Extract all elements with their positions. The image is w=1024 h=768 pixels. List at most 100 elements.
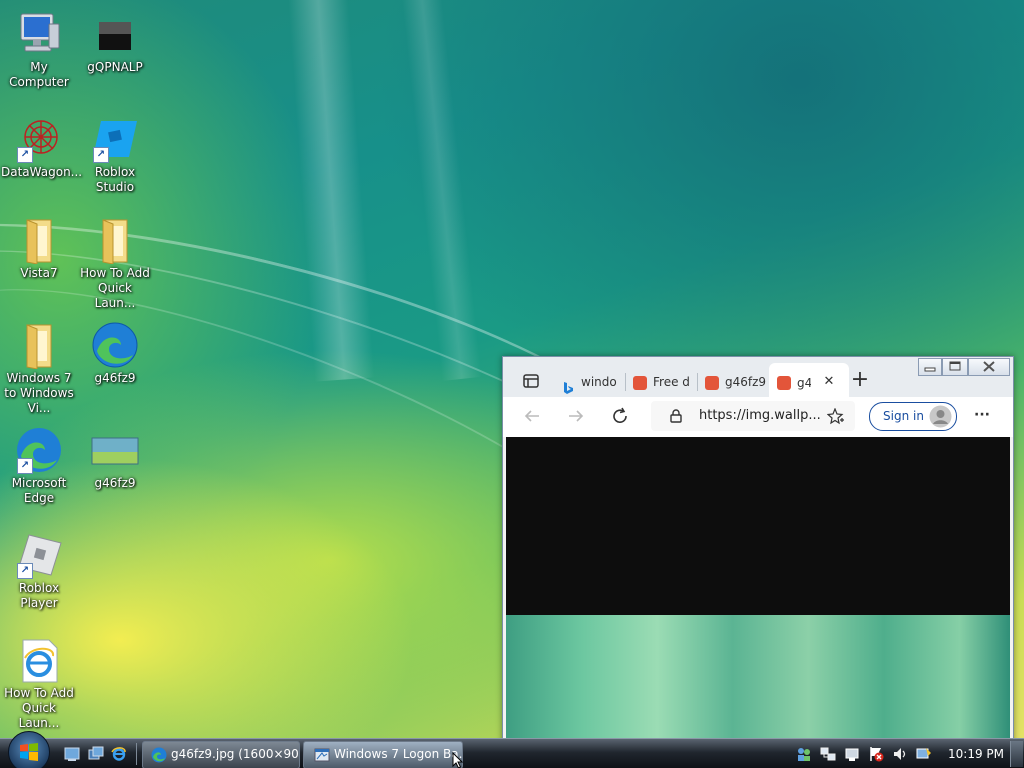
refresh-button[interactable] xyxy=(611,407,629,429)
taskbar-item-edge-image[interactable]: g46fz9.jpg (1600×900... xyxy=(142,741,300,768)
minimize-icon xyxy=(924,367,936,372)
internet-explorer-icon xyxy=(111,747,126,761)
desktop-icon-how-to-add-2[interactable]: How To Add Quick Laun... xyxy=(1,636,77,731)
tab-bing[interactable]: windo xyxy=(561,367,621,397)
quick-launch-internet-explorer[interactable] xyxy=(111,746,127,766)
navigation-bar: https://img.wallp... Sign in ··· xyxy=(503,397,1013,437)
desktop-icon-label: How To Add Quick Laun... xyxy=(4,686,74,730)
browser-window[interactable]: windo Free d g46fz9 g4 ✕ + https://img.w… xyxy=(502,356,1014,748)
roblox-player-icon: ↗ xyxy=(15,531,63,579)
desktop-icon-label: How To Add Quick Laun... xyxy=(80,266,150,310)
desktop-icon-label: g46fz9 xyxy=(94,371,136,385)
close-icon xyxy=(983,361,995,372)
desktop-icon-label: Microsoft Edge xyxy=(11,476,67,505)
new-tab-button[interactable]: + xyxy=(849,369,871,393)
address-bar[interactable]: https://img.wallp... xyxy=(651,401,855,431)
desktop-icon-roblox-player[interactable]: ↗ Roblox Player xyxy=(1,531,77,611)
taskbar-divider xyxy=(136,743,137,765)
tab-label: Free d xyxy=(653,375,690,389)
more-options-button[interactable]: ··· xyxy=(969,403,995,429)
tab-divider xyxy=(625,373,626,391)
action-center-alert-icon[interactable] xyxy=(868,746,884,762)
desktop-icon-vista7[interactable]: Vista7 xyxy=(1,216,77,281)
datawagon-icon: ↗ xyxy=(15,115,63,163)
wallpaper-site-icon xyxy=(777,375,791,390)
desktop[interactable]: My Computer gQPNALP ↗ DataWagon... ↗ Rob… xyxy=(0,0,1024,768)
address-text[interactable]: https://img.wallp... xyxy=(699,401,821,431)
folder-icon xyxy=(15,321,63,370)
taskbar: g46fz9.jpg (1600×900... Windows 7 Logon … xyxy=(0,731,1024,768)
back-button[interactable] xyxy=(523,407,541,429)
refresh-icon xyxy=(613,407,627,423)
roblox-studio-icon: ↗ xyxy=(91,115,139,163)
tab-g46fz9[interactable]: g46fz9 xyxy=(705,367,767,397)
image-file-icon xyxy=(91,10,139,58)
mouse-cursor-icon xyxy=(452,752,464,768)
taskbar-item-logon-background[interactable]: Windows 7 Logon Ba... xyxy=(303,741,463,768)
network-people-icon[interactable] xyxy=(796,746,812,762)
tab-actions-icon xyxy=(523,374,539,388)
clock[interactable]: 10:19 PM xyxy=(948,739,1004,768)
show-desktop-button[interactable] xyxy=(1010,741,1023,767)
desktop-icon-label: DataWagon... xyxy=(1,165,83,179)
edge-icon: ↗ xyxy=(15,426,63,474)
image-thumbnail-icon xyxy=(91,426,139,474)
desktop-icon-roblox-studio[interactable]: ↗ Roblox Studio xyxy=(77,115,153,195)
shortcut-arrow-icon: ↗ xyxy=(17,563,33,579)
sign-in-button[interactable]: Sign in xyxy=(869,402,957,431)
page-content-dark-area xyxy=(506,437,1010,615)
internet-explorer-document-icon xyxy=(15,636,63,684)
edge-icon xyxy=(151,747,167,763)
desktop-icon-datawagon[interactable]: ↗ DataWagon... xyxy=(1,115,83,180)
taskbar-item-label: Windows 7 Logon Ba... xyxy=(334,747,463,761)
display-settings-icon[interactable] xyxy=(916,746,932,762)
wallpaper-light-beam xyxy=(398,0,482,381)
windows-logo-icon xyxy=(20,743,38,761)
edge-icon xyxy=(91,321,139,369)
application-icon xyxy=(314,748,330,762)
tab-label: windo xyxy=(581,375,617,389)
desktop-icon-label: Roblox Player xyxy=(18,581,60,610)
close-tab-button[interactable]: ✕ xyxy=(819,363,839,401)
folder-icon xyxy=(15,216,63,265)
desktop-icon-microsoft-edge[interactable]: ↗ Microsoft Edge xyxy=(1,426,77,506)
quick-launch-show-desktop[interactable] xyxy=(64,746,80,766)
show-desktop-icon xyxy=(64,747,80,761)
shortcut-arrow-icon: ↗ xyxy=(93,147,109,163)
wallpaper-site-icon xyxy=(705,375,719,390)
desktop-icon-my-computer[interactable]: My Computer xyxy=(1,10,77,90)
desktop-icon-gqpnalp[interactable]: gQPNALP xyxy=(77,10,153,75)
volume-icon[interactable] xyxy=(892,746,908,762)
desktop-icon-label: My Computer xyxy=(9,60,69,89)
desktop-icon-label: gQPNALP xyxy=(87,60,143,74)
desktop-icon-g46fz9-image[interactable]: g46fz9 xyxy=(77,426,153,491)
add-favorite-icon[interactable] xyxy=(827,408,845,426)
wallpaper-image-preview[interactable] xyxy=(506,615,1010,747)
shortcut-arrow-icon: ↗ xyxy=(17,458,33,474)
wallpaper-light-beam xyxy=(285,0,375,382)
wallpaper-site-icon xyxy=(633,375,647,390)
tab-label: g46fz9 xyxy=(725,375,767,389)
tab-actions-button[interactable] xyxy=(523,373,539,393)
quick-launch-switch-windows[interactable] xyxy=(88,746,104,766)
desktop-icon-g46fz9-edge[interactable]: g46fz9 xyxy=(77,321,153,386)
tab-free[interactable]: Free d xyxy=(633,367,693,397)
minimize-button[interactable] xyxy=(918,358,942,376)
desktop-icon-windows7-to-vista[interactable]: Windows 7 to Windows Vi... xyxy=(1,321,77,416)
safely-remove-hardware-icon[interactable] xyxy=(844,746,860,762)
bing-icon xyxy=(561,376,575,394)
folder-icon xyxy=(91,216,139,265)
desktop-icon-how-to-add-1[interactable]: How To Add Quick Laun... xyxy=(77,216,153,311)
network-connection-icon[interactable] xyxy=(820,746,836,762)
sign-in-label: Sign in xyxy=(883,409,924,423)
back-arrow-icon xyxy=(524,410,539,422)
desktop-icon-label: g46fz9 xyxy=(94,476,136,490)
forward-button[interactable] xyxy=(567,407,585,429)
maximize-icon xyxy=(949,361,961,371)
tab-label: g4 xyxy=(797,375,811,390)
maximize-button[interactable] xyxy=(942,358,968,376)
start-button[interactable] xyxy=(8,731,50,768)
forward-arrow-icon xyxy=(569,410,584,422)
close-window-button[interactable] xyxy=(968,358,1010,376)
desktop-icon-label: Roblox Studio xyxy=(94,165,136,194)
